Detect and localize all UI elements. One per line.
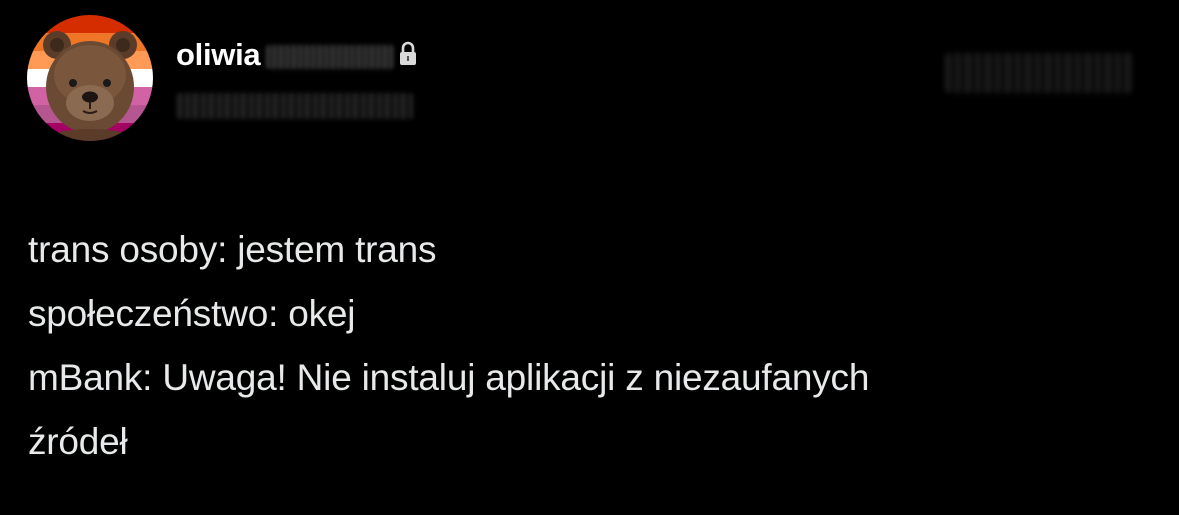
redacted-handle bbox=[177, 93, 413, 119]
tweet-line: trans osoby: jestem trans bbox=[28, 229, 437, 270]
tweet-line: źródeł bbox=[28, 421, 128, 462]
redacted-name-suffix bbox=[266, 45, 395, 69]
redacted-corner-text bbox=[945, 53, 1133, 93]
avatar[interactable] bbox=[27, 15, 153, 141]
lock-icon bbox=[398, 41, 418, 72]
author-name-row[interactable]: oliwia bbox=[176, 35, 418, 75]
tweet-line: społeczeństwo: okej bbox=[28, 293, 356, 334]
tweet-text: trans osoby: jestem trans społeczeństwo:… bbox=[28, 218, 1148, 474]
teddy-bear-avatar-icon bbox=[27, 15, 153, 141]
author-display-name[interactable]: oliwia bbox=[176, 37, 261, 73]
tweet-header: oliwia bbox=[27, 15, 1152, 145]
tweet-line: mBank: Uwaga! Nie instaluj aplikacji z n… bbox=[28, 357, 870, 398]
